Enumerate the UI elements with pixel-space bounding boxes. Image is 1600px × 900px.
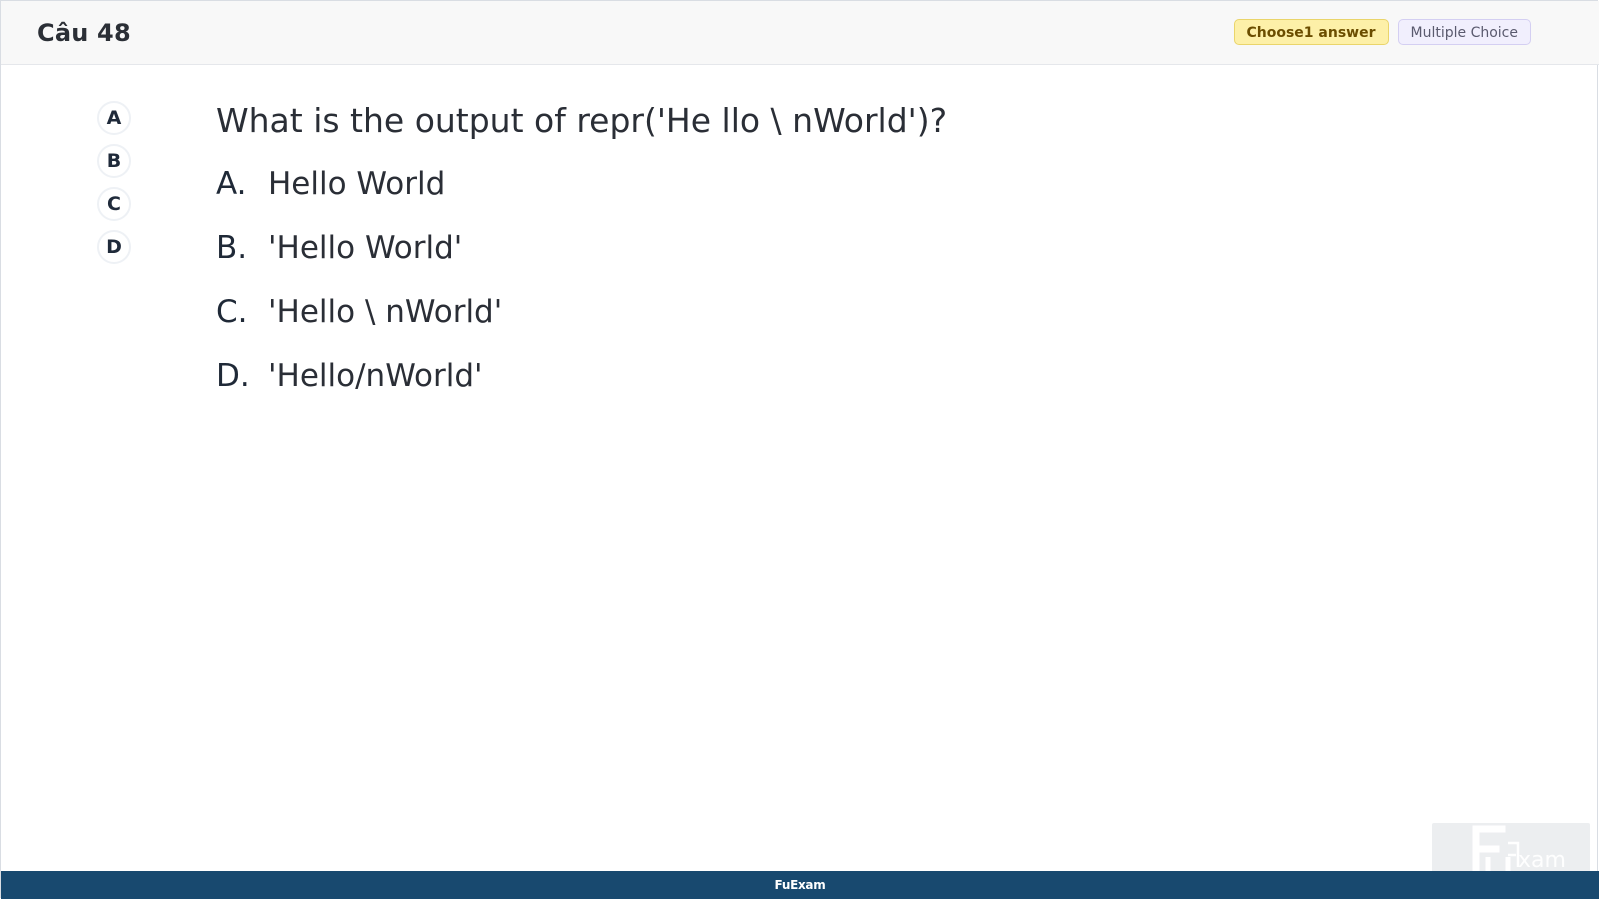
option-letter: C. [216, 294, 248, 330]
footer-bar: FuExam [1, 871, 1599, 899]
option-text: Hello World [268, 166, 446, 202]
question-number-title: Câu 48 [37, 19, 131, 47]
answer-button-a[interactable]: A [97, 101, 131, 135]
question-type-badge: Multiple Choice [1397, 19, 1531, 45]
footer-brand: FuExam [774, 878, 826, 892]
header-badges: Choose1 answer Multiple Choice [1233, 19, 1531, 45]
option-letter: D. [216, 358, 250, 394]
option-text: 'Hello \ nWorld' [268, 294, 503, 330]
option-letter: B. [216, 230, 248, 266]
svg-text:xam: xam [1518, 848, 1566, 873]
question-header: Câu 48 Choose1 answer Multiple Choice [1, 1, 1599, 65]
answer-options-list: A. Hello World B. 'Hello World' C. 'Hell… [216, 166, 502, 422]
option-text: 'Hello World' [268, 230, 463, 266]
option-letter: A. [216, 166, 247, 202]
option-a[interactable]: A. Hello World [216, 166, 502, 230]
question-text: What is the output of repr('He llo \ nWo… [216, 101, 948, 140]
answer-button-d[interactable]: D [97, 230, 131, 264]
option-text: 'Hello/nWorld' [268, 358, 483, 394]
option-b[interactable]: B. 'Hello World' [216, 230, 502, 294]
option-d[interactable]: D. 'Hello/nWorld' [216, 358, 502, 422]
answer-selector: A B C D [97, 101, 131, 264]
option-c[interactable]: C. 'Hello \ nWorld' [216, 294, 502, 358]
choose-one-answer-badge: Choose1 answer [1233, 19, 1389, 45]
answer-button-c[interactable]: C [97, 187, 131, 221]
answer-button-b[interactable]: B [97, 144, 131, 178]
